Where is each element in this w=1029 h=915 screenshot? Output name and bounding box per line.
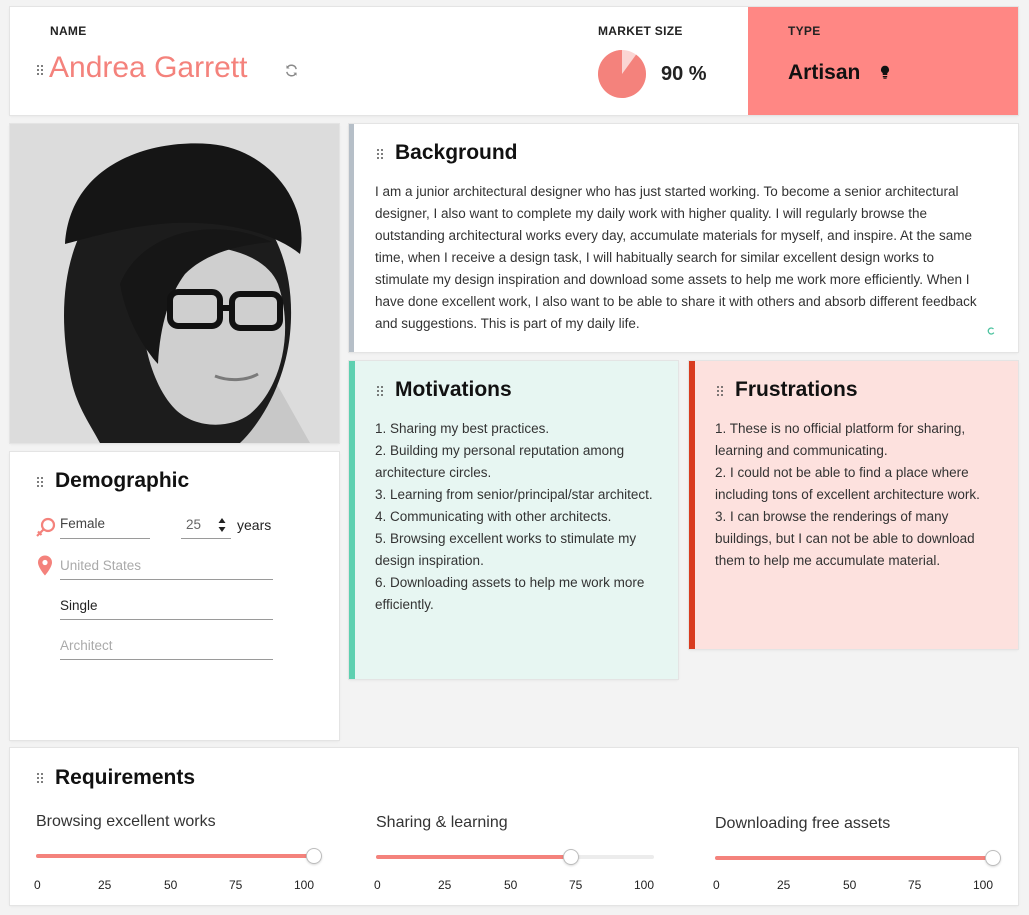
age-stepper-icon[interactable]: [218, 517, 226, 538]
name-label: NAME: [50, 24, 87, 38]
requirements-card: Requirements Browsing excellent works 0 …: [10, 748, 1018, 905]
background-title: Background: [395, 141, 518, 164]
age-input[interactable]: 25: [186, 517, 201, 532]
persona-photo: [10, 124, 339, 443]
age-unit: years: [237, 517, 272, 533]
type-label: TYPE: [788, 24, 821, 38]
slider-tick: 75: [569, 878, 583, 892]
motivations-title: Motivations: [395, 378, 512, 401]
slider-track[interactable]: [376, 849, 654, 865]
drag-handle-icon[interactable]: [36, 64, 44, 76]
requirement-slider-1: Browsing excellent works 0 25 50 75 100: [34, 813, 322, 893]
slider-tick: 100: [294, 878, 315, 892]
slider-track[interactable]: [715, 850, 1001, 866]
market-size-value: 90 %: [661, 63, 707, 85]
type-value: Artisan: [788, 61, 861, 84]
age-underline: [181, 538, 231, 539]
gender-underline: [60, 538, 150, 539]
slider-tick: 75: [908, 878, 922, 892]
slider-thumb[interactable]: [562, 849, 579, 865]
refresh-icon[interactable]: [284, 63, 299, 83]
slider-tick: 100: [634, 878, 655, 892]
background-text[interactable]: I am a junior architectural designer who…: [375, 181, 985, 335]
demographic-title: Demographic: [55, 469, 190, 492]
gender-icon: [35, 516, 57, 543]
requirement-label: Sharing & learning: [376, 814, 508, 831]
slider-tick: 100: [973, 878, 994, 892]
slider-tick: 0: [713, 878, 720, 892]
slider-track[interactable]: [36, 848, 322, 864]
drag-handle-icon[interactable]: [36, 772, 44, 784]
requirement-slider-3: Downloading free assets 0 25 50 75 100: [713, 815, 1005, 895]
slider-tick: 25: [777, 878, 791, 892]
persona-name[interactable]: Andrea Garrett: [49, 51, 247, 85]
market-size-label: MARKET SIZE: [598, 24, 683, 38]
persona-header: NAME Andrea Garrett MARKET SIZE 90 % TYP…: [10, 7, 1018, 115]
slider-tick: 25: [98, 878, 112, 892]
market-size-pie: [598, 50, 647, 98]
slider-tick: 0: [374, 878, 381, 892]
slider-tick: 50: [164, 878, 178, 892]
occupation-underline: [60, 659, 273, 660]
slider-fill: [715, 856, 993, 860]
slider-thumb[interactable]: [306, 848, 322, 864]
slider-tick: 75: [229, 878, 243, 892]
slider-fill: [36, 854, 314, 858]
slider-tick: 50: [504, 878, 518, 892]
location-underline: [60, 579, 273, 580]
gender-field[interactable]: Female: [60, 516, 105, 531]
status-field[interactable]: Single: [60, 598, 98, 613]
motivations-text[interactable]: 1. Sharing my best practices. 2. Buildin…: [375, 418, 665, 616]
requirement-label: Browsing excellent works: [36, 813, 216, 830]
lightbulb-icon[interactable]: [880, 65, 890, 84]
loading-spinner-icon: [987, 322, 995, 340]
slider-thumb[interactable]: [985, 850, 1001, 866]
status-underline: [60, 619, 273, 620]
drag-handle-icon[interactable]: [376, 385, 384, 397]
portrait-image: [10, 124, 339, 443]
drag-handle-icon[interactable]: [716, 385, 724, 397]
type-block: TYPE Artisan: [748, 7, 1018, 115]
motivations-card: Motivations 1. Sharing my best practices…: [349, 361, 678, 679]
frustrations-card: Frustrations 1. These is no official pla…: [689, 361, 1018, 649]
requirements-title: Requirements: [55, 766, 196, 789]
slider-tick: 50: [843, 878, 857, 892]
requirement-slider-2: Sharing & learning 0 25 50 75 100: [374, 814, 656, 894]
location-pin-icon: [37, 555, 53, 581]
drag-handle-icon[interactable]: [376, 148, 384, 160]
slider-tick: 0: [34, 878, 41, 892]
drag-handle-icon[interactable]: [36, 476, 44, 488]
background-card: Background I am a junior architectural d…: [349, 124, 1018, 352]
demographic-card: Demographic Female 25 years United State…: [10, 452, 339, 740]
frustrations-text[interactable]: 1. These is no official platform for sha…: [715, 418, 1000, 572]
requirement-label: Downloading free assets: [715, 815, 891, 832]
location-field[interactable]: United States: [60, 558, 141, 573]
occupation-field[interactable]: Architect: [60, 638, 113, 653]
slider-tick: 25: [438, 878, 452, 892]
frustrations-title: Frustrations: [735, 378, 858, 401]
slider-fill: [376, 855, 571, 859]
